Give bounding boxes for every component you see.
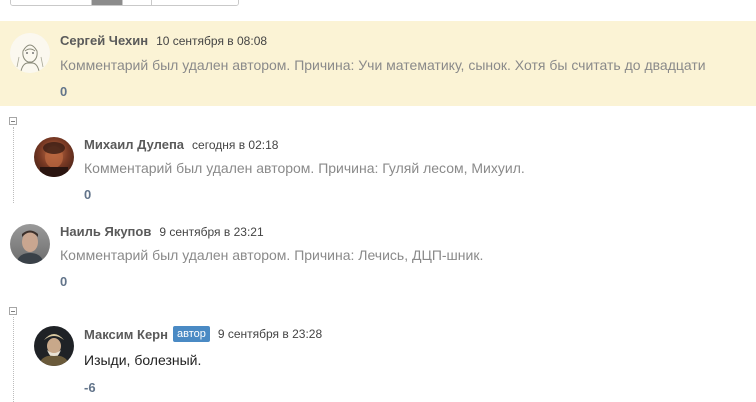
comment-text: Комментарий был удален автором. Причина:… <box>60 57 706 73</box>
comment-text: Комментарий был удален автором. Причина:… <box>60 247 484 263</box>
comment-author[interactable]: Михаил Дулепа <box>84 137 184 152</box>
comment: Сергей Чехин 10 сентября в 08:08 Коммент… <box>0 21 756 106</box>
comment: Наиль Якупов 9 сентября в 23:21 Коммента… <box>0 212 756 297</box>
sort-tabs <box>10 0 239 6</box>
sort-tab[interactable] <box>123 0 152 5</box>
sort-tab[interactable] <box>11 0 92 5</box>
collapse-thread-icon[interactable] <box>9 117 17 125</box>
photo-avatar-icon <box>40 142 68 177</box>
photo-avatar-icon <box>16 230 44 264</box>
comment-score: 0 <box>60 84 68 99</box>
avatar[interactable] <box>34 137 74 177</box>
comment: Максим Керн автор 9 сентября в 23:28 Изы… <box>0 314 756 402</box>
avatar[interactable] <box>10 224 50 264</box>
comment-author[interactable]: Максим Керн <box>84 327 168 342</box>
comment-score: 0 <box>60 274 68 289</box>
comment: Михаил Дулепа сегодня в 02:18 Комментари… <box>0 125 756 210</box>
comment-date[interactable]: 10 сентября в 08:08 <box>156 34 267 48</box>
comment-score: -6 <box>84 380 96 395</box>
comment-score: 0 <box>84 187 92 202</box>
comment-date[interactable]: 9 сентября в 23:28 <box>218 327 322 341</box>
avatar[interactable] <box>34 326 74 366</box>
author-badge: автор <box>172 326 210 342</box>
photo-avatar-icon <box>38 334 70 366</box>
sort-tab[interactable] <box>152 0 238 5</box>
comment-author[interactable]: Наиль Якупов <box>60 224 151 239</box>
comment-date[interactable]: 9 сентября в 23:21 <box>159 225 263 239</box>
comment-author[interactable]: Сергей Чехин <box>60 33 148 48</box>
comment-text: Комментарий был удален автором. Причина:… <box>84 160 525 176</box>
sketch-avatar-icon <box>10 33 50 73</box>
comment-text: Изыди, болезный. <box>84 352 202 368</box>
avatar[interactable] <box>10 33 50 73</box>
comment-date[interactable]: сегодня в 02:18 <box>192 138 278 152</box>
sort-tab-active[interactable] <box>92 0 123 5</box>
